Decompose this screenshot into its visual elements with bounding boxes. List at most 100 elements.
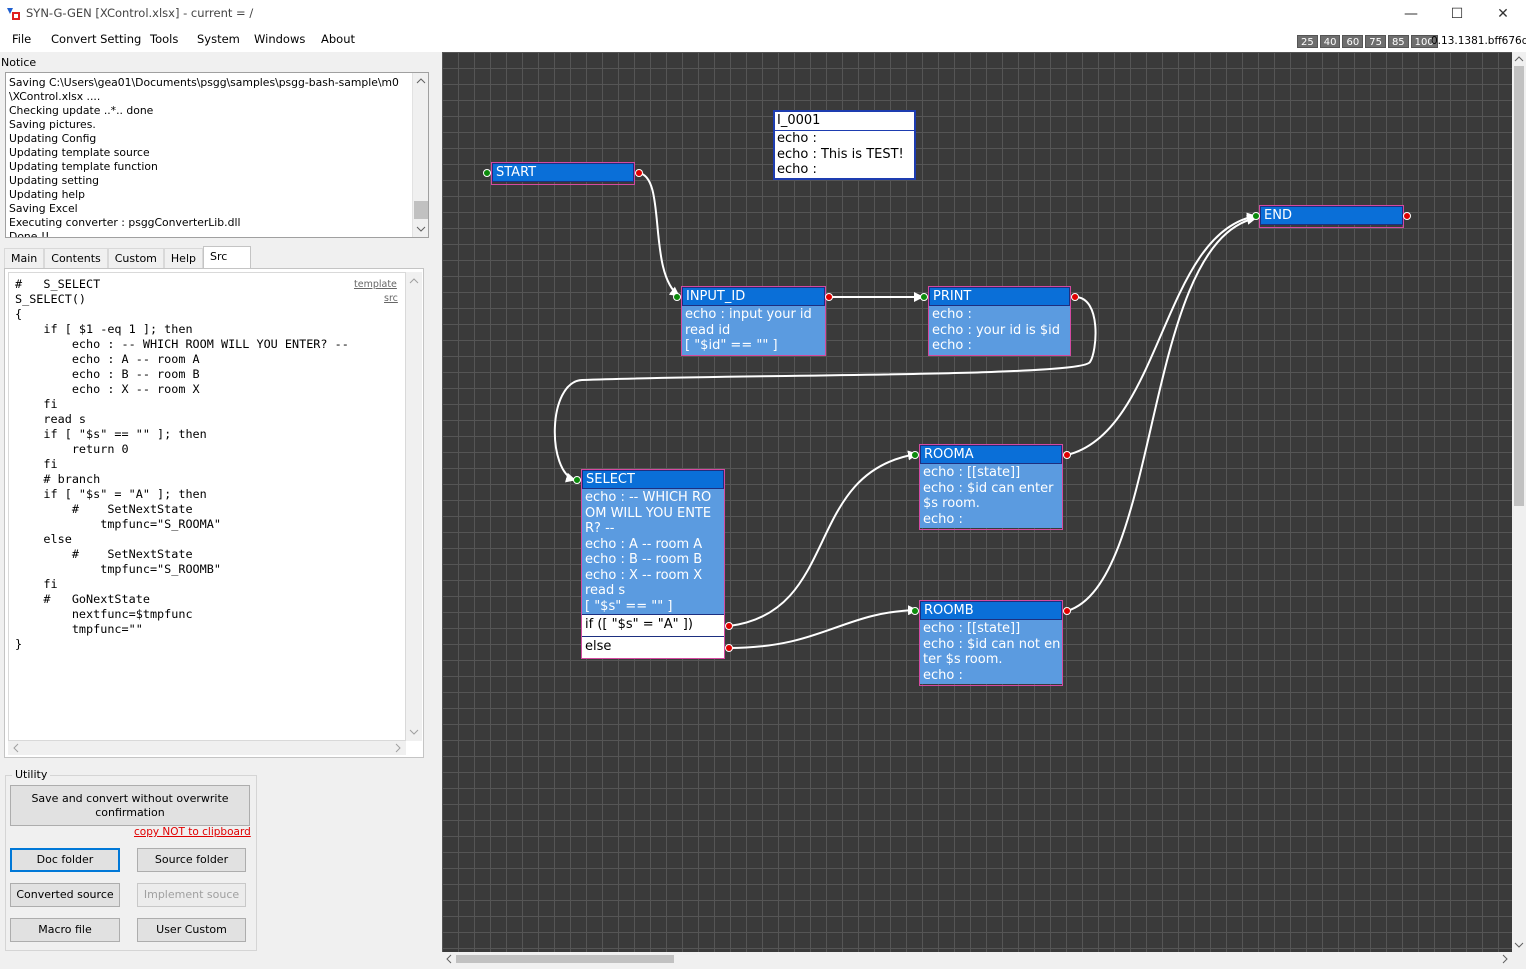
source-horizontal-scrollbar[interactable] [8, 741, 406, 755]
menu-about[interactable]: About [321, 32, 355, 46]
src-panel: # S_SELECT S_SELECT() { if [ $1 -eq 1 ];… [4, 268, 424, 758]
canvas-vertical-scrollbar[interactable] [1512, 52, 1526, 952]
comment-node-line: echo : [777, 131, 817, 146]
state-node-input-id[interactable]: INPUT_ID echo : input your id read id [ … [681, 286, 826, 356]
rooma-input-port[interactable] [911, 451, 919, 459]
state-node-print-body: echo : echo : your id is $id echo : [929, 306, 1070, 355]
tab-main[interactable]: Main [4, 248, 45, 268]
state-node-line: read s [585, 583, 626, 598]
state-node-input-id-body: echo : input your id read id [ "$id" == … [682, 306, 825, 355]
notice-line: \XControl.xlsx .... [9, 90, 101, 103]
maximize-button[interactable]: ☐ [1434, 0, 1480, 28]
menu-file[interactable]: File [12, 32, 31, 46]
implement-source-button[interactable]: Implement souce [137, 883, 246, 907]
roomb-output-port[interactable] [1063, 607, 1071, 615]
select-if-output-port[interactable] [725, 622, 733, 630]
menu-tools[interactable]: Tools [150, 32, 178, 46]
state-node-line: echo : $id can enter [923, 480, 1054, 496]
tab-help[interactable]: Help [163, 248, 203, 268]
user-custom-button[interactable]: User Custom [137, 918, 246, 942]
source-code-view[interactable]: # S_SELECT S_SELECT() { if [ $1 -eq 1 ];… [8, 272, 406, 741]
minimize-button[interactable]: — [1388, 0, 1434, 28]
input-id-output-port[interactable] [825, 293, 833, 301]
state-node-start-title: START [492, 163, 634, 182]
source-hscroll-arrows [13, 743, 401, 753]
state-node-line: echo : -- WHICH RO [585, 490, 712, 505]
notice-line: Updating setting [9, 174, 100, 187]
state-node-line: R? -- [585, 521, 615, 536]
state-node-line: echo : X -- room X [585, 567, 703, 583]
state-node-line: [ "$id" == "" ] [685, 338, 778, 353]
notice-line: Checking update ..*.. done [9, 104, 154, 117]
state-node-roomb[interactable]: ROOMB echo : [[state]] echo : $id can no… [919, 600, 1063, 686]
state-node-select[interactable]: SELECT echo : -- WHICH RO OM WILL YOU EN… [581, 469, 725, 659]
end-output-port[interactable] [1403, 212, 1411, 220]
state-node-line: ter $s room. [923, 652, 1003, 667]
end-input-port[interactable] [1252, 212, 1260, 220]
state-node-line: echo : B -- room B [585, 552, 703, 567]
window-title: SYN-G-GEN [XControl.xlsx] - current = / [26, 6, 254, 20]
print-input-port[interactable] [920, 293, 928, 301]
state-diagram-canvas[interactable]: I_0001 echo : echo : This is TEST! echo … [442, 52, 1512, 952]
input-id-input-port[interactable] [673, 293, 681, 301]
select-input-port[interactable] [573, 476, 581, 484]
state-node-start[interactable]: START [491, 162, 635, 185]
source-vertical-scrollbar[interactable] [406, 272, 422, 741]
src-link[interactable]: src [384, 293, 398, 304]
state-node-select-body: echo : -- WHICH RO OM WILL YOU ENTE R? -… [582, 489, 724, 614]
notice-label: Notice [1, 56, 37, 69]
tab-src[interactable]: Src [202, 246, 251, 268]
notice-lines: Saving C:\Users\gea01\Documents\psgg\sam… [9, 76, 409, 238]
state-node-rooma-title: ROOMA [920, 445, 1062, 464]
canvas-horizontal-scrollbar[interactable] [442, 952, 1512, 966]
notice-line: Saving C:\Users\gea01\Documents\psgg\sam… [9, 76, 399, 89]
comment-node-line: echo : This is TEST! [777, 146, 904, 162]
menu-windows[interactable]: Windows [254, 32, 305, 46]
state-node-select-title: SELECT [582, 470, 724, 489]
roomb-input-port[interactable] [911, 607, 919, 615]
edge-roomb-to-end [1066, 214, 1257, 612]
state-node-print[interactable]: PRINT echo : echo : your id is $id echo … [928, 286, 1071, 356]
notice-scrollbar[interactable] [412, 73, 428, 237]
zoom-60-button[interactable]: 60 [1342, 35, 1364, 48]
notice-scrollbar-arrows [414, 78, 428, 232]
zoom-40-button[interactable]: 40 [1319, 35, 1341, 48]
state-node-line: echo : [[state]] [923, 621, 1021, 636]
state-node-rooma[interactable]: ROOMA echo : [[state]] echo : $id can en… [919, 444, 1063, 530]
state-node-line: OM WILL YOU ENTE [585, 505, 712, 521]
notice-line: Updating help [9, 188, 85, 201]
close-button[interactable]: ✕ [1480, 0, 1526, 28]
select-branch-if[interactable]: if ([ "$s" = "A" ]) [582, 614, 724, 636]
doc-folder-button[interactable]: Doc folder [10, 848, 120, 872]
tab-contents[interactable]: Contents [44, 248, 108, 268]
menu-convert-setting[interactable]: Convert Setting [51, 32, 141, 46]
zoom-level-bar: 25 40 60 75 85 100 [1297, 35, 1438, 48]
zoom-75-button[interactable]: 75 [1365, 35, 1386, 48]
zoom-25-button[interactable]: 25 [1297, 35, 1318, 48]
zoom-85-button[interactable]: 85 [1387, 35, 1409, 48]
state-node-line: echo : [923, 511, 963, 527]
state-node-line: echo : $id can not en [923, 636, 1061, 652]
notice-log[interactable]: Saving C:\Users\gea01\Documents\psgg\sam… [5, 72, 429, 238]
select-branch-else[interactable]: else [582, 636, 724, 658]
copy-not-to-clipboard-link[interactable]: copy NOT to clipboard [134, 826, 251, 838]
converted-source-button[interactable]: Converted source [10, 883, 120, 907]
state-node-line: echo : [932, 338, 972, 353]
rooma-output-port[interactable] [1063, 451, 1071, 459]
start-input-port[interactable] [483, 169, 491, 177]
start-output-port[interactable] [635, 169, 643, 177]
notice-line: Done !! [9, 230, 50, 238]
source-folder-button[interactable]: Source folder [137, 848, 246, 872]
utility-label: Utility [12, 768, 51, 781]
state-node-line: echo : [[state]] [923, 465, 1021, 480]
select-else-output-port[interactable] [725, 644, 733, 652]
state-node-end[interactable]: END [1259, 205, 1404, 228]
state-node-line: echo : [932, 307, 972, 322]
tab-custom[interactable]: Custom [107, 248, 164, 268]
save-and-convert-button[interactable]: Save and convert without overwrite confi… [10, 785, 250, 826]
comment-node-i0001[interactable]: I_0001 echo : echo : This is TEST! echo … [773, 110, 916, 180]
macro-file-button[interactable]: Macro file [10, 918, 120, 942]
menu-system[interactable]: System [197, 32, 240, 46]
template-link[interactable]: template [354, 279, 397, 290]
print-output-port[interactable] [1071, 293, 1079, 301]
